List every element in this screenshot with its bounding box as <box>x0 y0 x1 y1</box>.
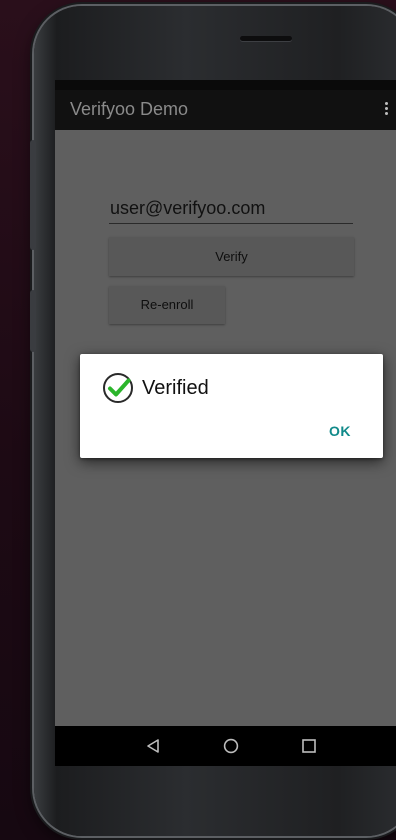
verified-dialog: Verified OK <box>80 354 383 458</box>
earpiece-speaker <box>240 36 292 41</box>
reenroll-button[interactable]: Re-enroll <box>109 286 225 324</box>
email-field[interactable] <box>109 197 353 224</box>
overflow-menu-icon[interactable] <box>382 100 390 120</box>
dialog-title: Verified <box>142 377 209 399</box>
app-bar: Verifyoo Demo <box>55 90 396 130</box>
navigation-bar <box>55 726 396 766</box>
ok-button[interactable]: OK <box>329 423 351 439</box>
home-icon[interactable] <box>223 738 239 754</box>
verify-button[interactable]: Verify <box>109 237 354 276</box>
power-button <box>30 290 36 352</box>
checkmark-circle-icon <box>103 373 133 403</box>
recents-icon[interactable] <box>301 738 317 754</box>
status-bar <box>55 80 396 90</box>
back-icon[interactable] <box>145 738 161 754</box>
app-title: Verifyoo Demo <box>70 99 189 119</box>
volume-button <box>30 140 36 250</box>
